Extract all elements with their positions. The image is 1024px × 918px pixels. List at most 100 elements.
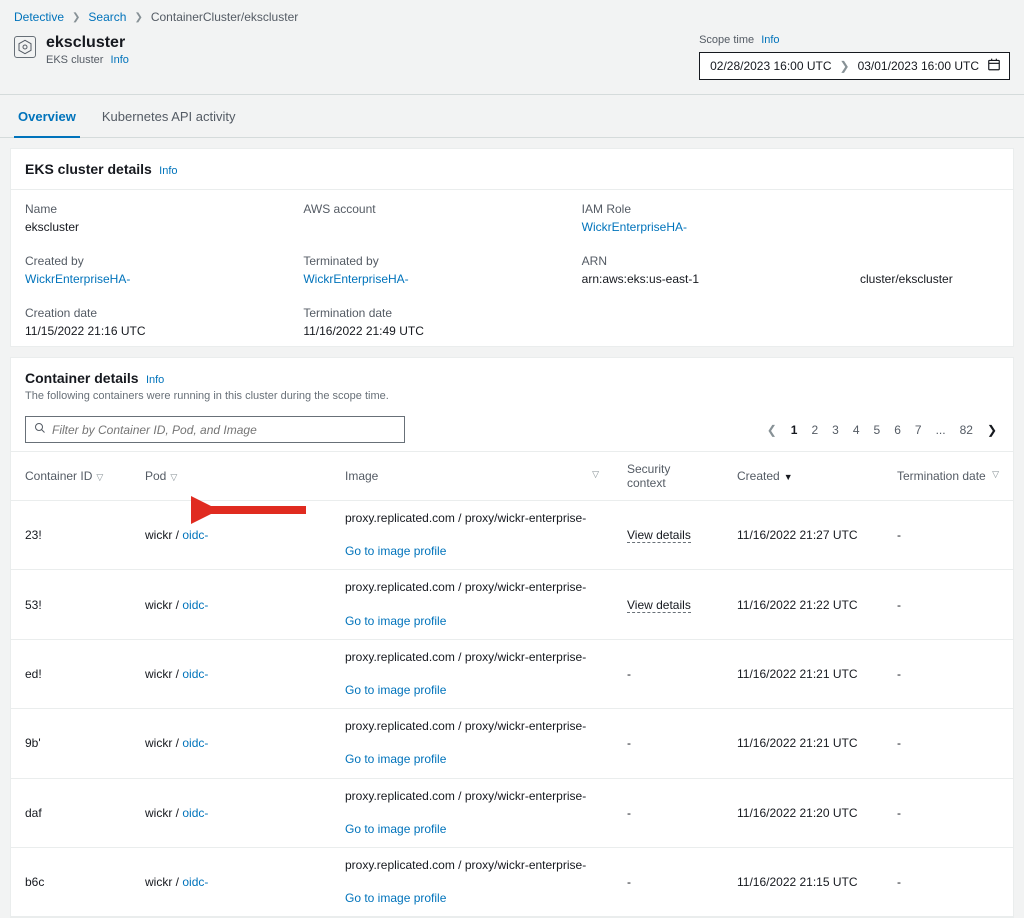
cell-container-id: 53!: [11, 570, 131, 639]
pod-link[interactable]: oidc-: [182, 736, 208, 750]
sort-icon: ▽: [592, 469, 599, 480]
breadcrumb-detective[interactable]: Detective: [14, 10, 64, 24]
go-to-image-profile-link[interactable]: Go to image profile: [345, 889, 599, 908]
cell-created: 11/16/2022 21:20 UTC: [723, 778, 883, 847]
cell-image: proxy.replicated.com / proxy/wickr-enter…: [331, 570, 613, 639]
breadcrumb-search[interactable]: Search: [88, 10, 126, 24]
pagination: ❮ 1 2 3 4 5 6 7 ... 82 ❯: [765, 421, 999, 439]
pod-link[interactable]: oidc-: [182, 598, 208, 612]
pod-link[interactable]: oidc-: [182, 528, 208, 542]
sort-icon: ▽: [96, 472, 103, 482]
cell-security-context: View details: [613, 501, 723, 570]
label-terminated-by: Terminated by: [303, 254, 553, 268]
pod-link[interactable]: oidc-: [182, 806, 208, 820]
info-link[interactable]: Info: [761, 34, 779, 46]
cell-termination-date: -: [883, 639, 1013, 708]
cell-created: 11/16/2022 21:21 UTC: [723, 709, 883, 778]
value-arn: arn:aws:eks:us-east-1: [582, 272, 832, 286]
cell-security-context: View details: [613, 570, 723, 639]
tab-overview[interactable]: Overview: [14, 97, 80, 138]
panel-title: EKS cluster details: [25, 161, 152, 177]
cell-termination-date: -: [883, 570, 1013, 639]
view-details-link[interactable]: View details: [627, 598, 691, 613]
table-row: dafwickr / oidc-proxy.replicated.com / p…: [11, 778, 1013, 847]
label-created-by: Created by: [25, 254, 275, 268]
image-path: proxy.replicated.com / proxy/wickr-enter…: [345, 858, 586, 872]
go-to-image-profile-link[interactable]: Go to image profile: [345, 820, 599, 839]
sort-icon: ▽: [992, 469, 999, 480]
page-last[interactable]: 82: [958, 421, 975, 439]
info-link[interactable]: Info: [146, 374, 164, 386]
value-terminated-by[interactable]: WickrEnterpriseHA-: [303, 272, 408, 286]
filter-input[interactable]: [52, 423, 396, 437]
annotation-arrow: [191, 495, 311, 528]
go-to-image-profile-link[interactable]: Go to image profile: [345, 542, 599, 561]
value-arn-tail: cluster/ekscluster: [860, 272, 999, 286]
page-7[interactable]: 7: [913, 421, 924, 439]
cell-image: proxy.replicated.com / proxy/wickr-enter…: [331, 501, 613, 570]
image-path: proxy.replicated.com / proxy/wickr-enter…: [345, 580, 586, 594]
cell-image: proxy.replicated.com / proxy/wickr-enter…: [331, 639, 613, 708]
page-2[interactable]: 2: [809, 421, 820, 439]
page-1[interactable]: 1: [789, 421, 800, 439]
image-path: proxy.replicated.com / proxy/wickr-enter…: [345, 789, 586, 803]
cell-container-id: daf: [11, 778, 131, 847]
info-link[interactable]: Info: [111, 54, 129, 66]
cell-pod: wickr / oidc-: [131, 847, 331, 916]
value-iam-role[interactable]: WickrEnterpriseHA-: [582, 220, 687, 234]
table-row: 53!wickr / oidc-proxy.replicated.com / p…: [11, 570, 1013, 639]
go-to-image-profile-link[interactable]: Go to image profile: [345, 750, 599, 769]
col-termination-date[interactable]: Termination date▽: [883, 452, 1013, 501]
cell-pod: wickr / oidc-: [131, 709, 331, 778]
cluster-icon: [14, 36, 36, 58]
sort-icon: ▼: [784, 472, 793, 482]
value-created-by[interactable]: WickrEnterpriseHA-: [25, 272, 130, 286]
tab-k8s-activity[interactable]: Kubernetes API activity: [98, 97, 240, 137]
page-3[interactable]: 3: [830, 421, 841, 439]
cell-termination-date: -: [883, 847, 1013, 916]
cell-container-id: b6c: [11, 847, 131, 916]
label-arn: ARN: [582, 254, 832, 268]
cell-security-context: -: [613, 778, 723, 847]
col-created[interactable]: Created▼: [723, 452, 883, 501]
cell-security-context: -: [613, 639, 723, 708]
value-name: ekscluster: [25, 220, 275, 234]
go-to-image-profile-link[interactable]: Go to image profile: [345, 681, 599, 700]
breadcrumb-current: ContainerCluster/ekscluster: [151, 10, 298, 24]
page-next[interactable]: ❯: [985, 421, 999, 439]
cell-image: proxy.replicated.com / proxy/wickr-enter…: [331, 709, 613, 778]
pod-link[interactable]: oidc-: [182, 667, 208, 681]
col-container-id[interactable]: Container ID▽: [11, 452, 131, 501]
page-ellipsis: ...: [934, 421, 948, 439]
cell-container-id: 23!: [11, 501, 131, 570]
pod-link[interactable]: oidc-: [182, 875, 208, 889]
filter-input-wrapper[interactable]: [25, 416, 405, 443]
view-details-link[interactable]: View details: [627, 528, 691, 543]
page-subtitle: EKS cluster Info: [46, 54, 129, 66]
eks-cluster-details-panel: EKS cluster details Info Name ekscluster…: [10, 148, 1014, 347]
table-row: 9b'wickr / oidc-proxy.replicated.com / p…: [11, 709, 1013, 778]
chevron-right-icon: ❯: [134, 12, 142, 23]
page-prev[interactable]: ❮: [765, 421, 779, 439]
info-link[interactable]: Info: [159, 165, 177, 177]
scope-from: 02/28/2023 16:00 UTC: [710, 59, 831, 73]
cell-termination-date: -: [883, 709, 1013, 778]
pod-namespace: wickr: [145, 875, 172, 889]
cell-termination-date: -: [883, 501, 1013, 570]
page-4[interactable]: 4: [851, 421, 862, 439]
cell-pod: wickr / oidc-: [131, 778, 331, 847]
page-6[interactable]: 6: [892, 421, 903, 439]
col-security-context[interactable]: Security context: [613, 452, 723, 501]
col-image[interactable]: Image▽: [331, 452, 613, 501]
page-5[interactable]: 5: [872, 421, 883, 439]
sort-icon: ▽: [170, 472, 177, 482]
scope-time-picker[interactable]: 02/28/2023 16:00 UTC ❯ 03/01/2023 16:00 …: [699, 52, 1010, 80]
col-pod[interactable]: Pod▽: [131, 452, 331, 501]
cell-image: proxy.replicated.com / proxy/wickr-enter…: [331, 847, 613, 916]
pod-namespace: wickr: [145, 598, 172, 612]
pod-namespace: wickr: [145, 528, 172, 542]
container-details-panel: Container details Info The following con…: [10, 357, 1014, 918]
go-to-image-profile-link[interactable]: Go to image profile: [345, 612, 599, 631]
cell-pod: wickr / oidc-: [131, 570, 331, 639]
pod-namespace: wickr: [145, 667, 172, 681]
